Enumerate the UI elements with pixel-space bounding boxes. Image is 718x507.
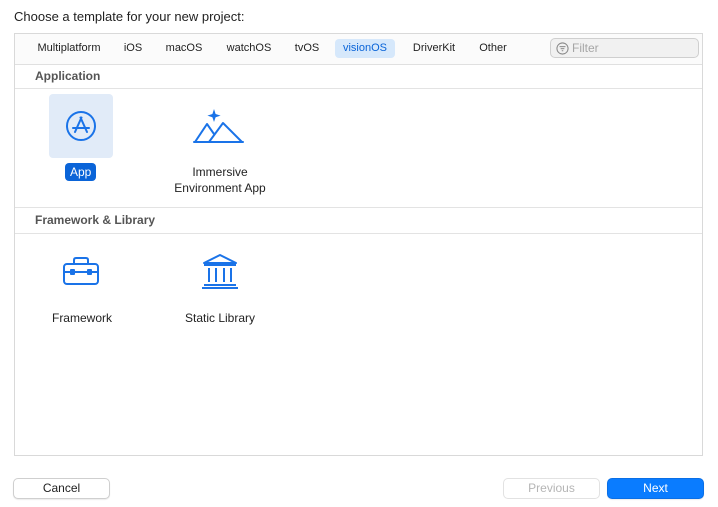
mountains-sparkle-icon <box>193 109 244 143</box>
filter-icon <box>556 42 569 55</box>
next-button[interactable]: Next <box>607 478 704 499</box>
filter-field[interactable] <box>550 38 699 58</box>
static-library-tile-icon[interactable] <box>188 239 252 303</box>
section-header-framework-library: Framework & Library <box>35 213 156 227</box>
tab-tvos[interactable]: tvOS <box>287 39 327 58</box>
immersive-label-line-2: Environment App <box>174 181 266 195</box>
app-tile-icon[interactable] <box>49 94 113 158</box>
app-store-icon <box>66 111 96 141</box>
template-panel: Multiplatform iOS macOS watchOS tvOS vis… <box>14 33 703 456</box>
tab-driverkit[interactable]: DriverKit <box>405 39 463 58</box>
tab-watchos[interactable]: watchOS <box>219 39 279 58</box>
immersive-label: Immersive Environment App <box>160 164 280 196</box>
page-title: Choose a template for your new project: <box>14 9 245 24</box>
app-label: App <box>65 163 97 181</box>
cancel-button[interactable]: Cancel <box>13 478 110 499</box>
tab-visionos[interactable]: visionOS <box>335 39 395 58</box>
section-divider <box>15 88 702 89</box>
tab-other[interactable]: Other <box>472 39 514 58</box>
previous-button[interactable]: Previous <box>503 478 600 499</box>
immersive-tile-icon[interactable] <box>188 94 252 158</box>
building-columns-icon <box>202 254 238 289</box>
tab-macos[interactable]: macOS <box>159 39 209 58</box>
section-header-application: Application <box>35 69 101 83</box>
section-divider <box>15 233 702 234</box>
static-library-label: Static Library <box>184 311 256 325</box>
platform-tab-bar: Multiplatform iOS macOS watchOS tvOS vis… <box>15 34 702 65</box>
framework-tile-icon[interactable] <box>49 239 113 303</box>
tab-ios[interactable]: iOS <box>118 39 148 58</box>
immersive-label-line-1: Immersive <box>192 165 248 179</box>
toolbox-icon <box>63 257 99 285</box>
tab-multiplatform[interactable]: Multiplatform <box>24 39 114 58</box>
filter-input[interactable] <box>572 40 692 56</box>
framework-label: Framework <box>51 311 112 325</box>
